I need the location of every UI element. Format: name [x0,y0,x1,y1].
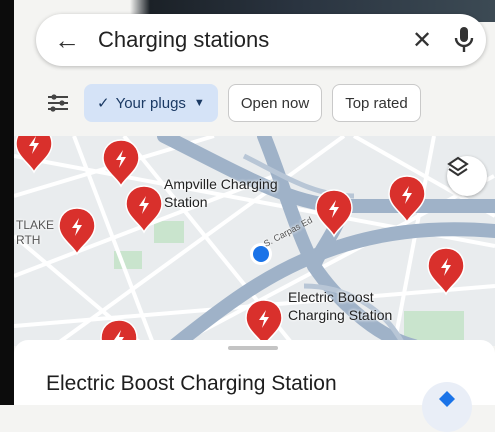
chip-open-now[interactable]: Open now [227,84,323,122]
park-area [404,311,464,341]
caret-down-icon: ▼ [193,97,205,109]
search-query[interactable]: Charging stations [90,27,402,53]
filter-sliders-icon[interactable] [38,93,78,113]
map-label-electric-boost: Electric Boost Charging Station [288,289,393,323]
microphone-icon[interactable] [442,26,486,54]
directions-button[interactable] [422,382,472,432]
layers-icon [447,156,469,177]
chip-label: Your plugs [115,94,186,112]
map-canvas [14,136,495,346]
place-bottom-sheet[interactable]: Electric Boost Charging Station [14,340,495,432]
check-icon: ✓ [97,95,110,112]
chip-top-rated[interactable]: Top rated [332,84,421,122]
chip-label: Top rated [345,94,408,112]
close-icon[interactable]: ✕ [402,26,442,55]
ev-charging-pin-icon[interactable] [15,136,53,174]
filter-chips-row: ✓ Your plugs ▼ Open now Top rated [14,80,495,126]
map-label-area: TLAKE RTH [16,218,55,247]
sheet-drag-handle[interactable] [228,346,278,350]
chip-label: Open now [240,94,310,112]
park-area [154,221,184,243]
search-bar[interactable]: ← Charging stations ✕ [36,14,486,66]
directions-icon [439,391,455,407]
arrow-left-icon[interactable]: ← [54,25,90,56]
map-view[interactable]: Ampville Charging Station Electric Boost… [14,136,495,346]
layers-button[interactable] [447,156,487,196]
map-label-ampville: Ampville Charging Station [164,176,278,210]
ev-charging-pin-icon[interactable] [315,189,353,238]
chip-your-plugs[interactable]: ✓ Your plugs ▼ [84,84,218,122]
device-bezel [0,0,14,405]
place-title: Electric Boost Charging Station [46,372,337,395]
